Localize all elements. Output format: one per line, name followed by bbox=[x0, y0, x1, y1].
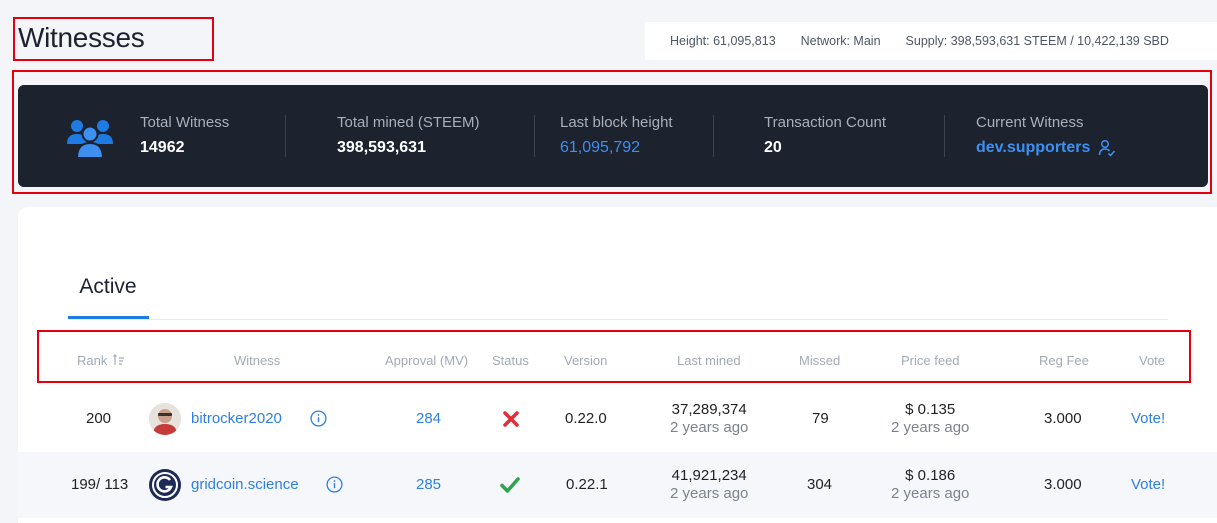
stat-label: Total Witness bbox=[140, 113, 230, 131]
stat-total-mined: Total mined (STEEM) 398,593,631 bbox=[286, 114, 534, 158]
last-mined-cell: 37,289,374 2 years ago bbox=[670, 401, 748, 437]
last-mined-ago: 2 years ago bbox=[670, 419, 749, 436]
vote-button[interactable]: Vote! bbox=[1131, 476, 1165, 493]
approval-link[interactable]: 285 bbox=[416, 476, 441, 493]
price-feed-value: $ 0.186 bbox=[905, 467, 956, 484]
stat-label: Transaction Count bbox=[764, 113, 887, 131]
column-header-price-feed[interactable]: Price feed bbox=[901, 353, 960, 369]
column-header-last-mined[interactable]: Last mined bbox=[677, 353, 741, 369]
sort-icon bbox=[113, 354, 124, 365]
column-header-approval[interactable]: Approval (MV) bbox=[385, 353, 468, 369]
stat-total-witness: Total Witness 14962 bbox=[140, 114, 285, 158]
reg-fee-cell: 3.000 bbox=[1044, 410, 1082, 427]
last-mined-block: 37,289,374 bbox=[671, 401, 747, 418]
approval-link[interactable]: 284 bbox=[416, 410, 441, 427]
block-height-text: Height: 61,095,813 bbox=[670, 34, 776, 48]
price-feed-ago: 2 years ago bbox=[891, 419, 970, 436]
avatar bbox=[149, 403, 181, 435]
version-cell: 0.22.1 bbox=[566, 476, 608, 493]
column-header-reg-fee[interactable]: Reg Fee bbox=[1039, 353, 1089, 369]
table-row: 199/ 113 gridcoin.science 285 0.22.1 41,… bbox=[18, 452, 1217, 518]
gridcoin-avatar-icon bbox=[149, 469, 181, 501]
version-cell: 0.22.0 bbox=[565, 410, 607, 427]
page-title: Witnesses bbox=[18, 22, 145, 53]
status-active-check-icon bbox=[500, 476, 520, 499]
column-header-label: Rank bbox=[77, 353, 108, 368]
stat-label: Total mined (STEEM) bbox=[337, 113, 480, 131]
last-mined-block: 41,921,234 bbox=[671, 467, 747, 484]
reg-fee-cell: 3.000 bbox=[1044, 476, 1082, 493]
column-header-version[interactable]: Version bbox=[564, 353, 607, 369]
table-row: 200 bitrocker2020 284 0.22.0 37,289,374 … bbox=[18, 386, 1217, 452]
column-header-witness[interactable]: Witness bbox=[234, 353, 280, 369]
missed-cell: 79 bbox=[812, 410, 829, 427]
stat-last-block: Last block height 61,095,792 bbox=[535, 114, 713, 158]
column-header-missed[interactable]: Missed bbox=[799, 353, 840, 369]
tab-active-indicator bbox=[68, 316, 149, 319]
stat-label: Last block height bbox=[560, 113, 673, 131]
supply-text: Supply: 398,593,631 STEEM / 10,422,139 S… bbox=[905, 34, 1169, 48]
vote-button[interactable]: Vote! bbox=[1131, 410, 1165, 427]
witness-stats-panel: Total Witness 14962 Total mined (STEEM) … bbox=[18, 85, 1208, 187]
tab-active[interactable]: Active bbox=[68, 272, 148, 318]
stat-value: 14962 bbox=[140, 138, 185, 156]
rank-cell: 199/ 113 bbox=[71, 476, 129, 493]
tab-bar-divider bbox=[68, 319, 1168, 320]
status-disabled-cross-icon bbox=[502, 410, 520, 433]
column-header-rank[interactable]: Rank bbox=[77, 353, 125, 369]
rank-cell: 200 bbox=[86, 410, 112, 427]
last-block-link[interactable]: 61,095,792 bbox=[560, 136, 713, 160]
last-mined-ago: 2 years ago bbox=[670, 485, 749, 502]
stat-current-witness: Current Witness dev.supporters bbox=[945, 114, 1116, 158]
missed-cell: 304 bbox=[807, 476, 833, 493]
info-icon[interactable] bbox=[326, 476, 343, 498]
user-check-icon bbox=[1099, 139, 1116, 157]
column-header-vote: Vote bbox=[1139, 353, 1166, 368]
column-header-status[interactable]: Status bbox=[492, 353, 529, 369]
users-group-icon bbox=[66, 112, 114, 160]
price-feed-ago: 2 years ago bbox=[891, 485, 970, 502]
stat-label: Current Witness bbox=[976, 113, 1084, 131]
witness-name-link[interactable]: bitrocker2020 bbox=[191, 410, 282, 427]
stat-transaction-count: Transaction Count 20 bbox=[714, 114, 944, 158]
witness-name-link[interactable]: gridcoin.science bbox=[191, 476, 299, 493]
price-feed-cell: $ 0.186 2 years ago bbox=[891, 467, 969, 503]
last-mined-cell: 41,921,234 2 years ago bbox=[670, 467, 748, 503]
stat-value: 20 bbox=[764, 138, 782, 156]
price-feed-cell: $ 0.135 2 years ago bbox=[891, 401, 969, 437]
info-icon[interactable] bbox=[310, 410, 327, 432]
current-witness-link[interactable]: dev.supporters bbox=[976, 136, 1090, 160]
network-text: Network: Main bbox=[800, 34, 881, 48]
stat-value: 398,593,631 bbox=[337, 138, 426, 156]
chain-info-bar: Height: 61,095,813 Network: Main Supply:… bbox=[645, 22, 1217, 60]
price-feed-value: $ 0.135 bbox=[905, 401, 956, 418]
